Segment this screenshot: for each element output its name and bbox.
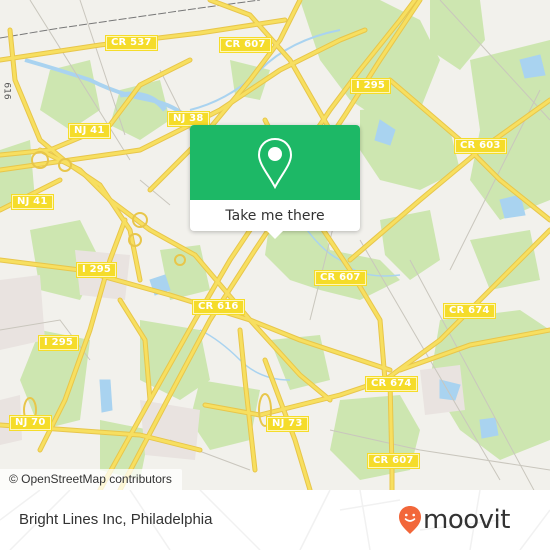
destination-popup: Take me there [190, 125, 360, 239]
location-pin-icon [257, 137, 293, 189]
road-label-i295: I 295 [38, 335, 80, 351]
map-view[interactable]: CR 537 CR 607 NJ 38 NJ 41 NJ 41 I 295 CR… [0, 0, 550, 490]
footer-bar: Bright Lines Inc, Philadelphia moovit [0, 490, 550, 550]
road-label-cr607: CR 607 [367, 453, 420, 469]
road-label-cr537: CR 537 [105, 35, 158, 51]
road-label-cr607: CR 607 [314, 270, 367, 286]
popup-header [190, 125, 360, 200]
road-label-cr607: CR 607 [219, 37, 272, 53]
place-name: Bright Lines Inc, Philadelphia [19, 511, 213, 528]
road-side-text: 616 [1, 82, 12, 100]
road-label-nj70: NJ 70 [9, 415, 52, 431]
road-label-i295: I 295 [76, 262, 118, 278]
take-me-there-button[interactable]: Take me there [190, 200, 360, 231]
road-label-cr616: CR 616 [192, 299, 245, 315]
road-label-nj41: NJ 41 [11, 194, 54, 210]
road-label-cr674: CR 674 [365, 376, 418, 392]
moovit-logo[interactable]: moovit [398, 503, 510, 537]
road-label-i295: I 295 [350, 78, 392, 94]
road-label-cr674: CR 674 [443, 303, 496, 319]
road-label-nj41: NJ 41 [68, 123, 111, 139]
moovit-wordmark: moovit [423, 505, 510, 535]
popup-pointer [266, 230, 284, 239]
map-attribution[interactable]: © OpenStreetMap contributors [0, 469, 182, 490]
moovit-pin-icon [399, 506, 421, 534]
road-label-nj73: NJ 73 [266, 416, 309, 432]
road-label-cr603: CR 603 [454, 138, 507, 154]
